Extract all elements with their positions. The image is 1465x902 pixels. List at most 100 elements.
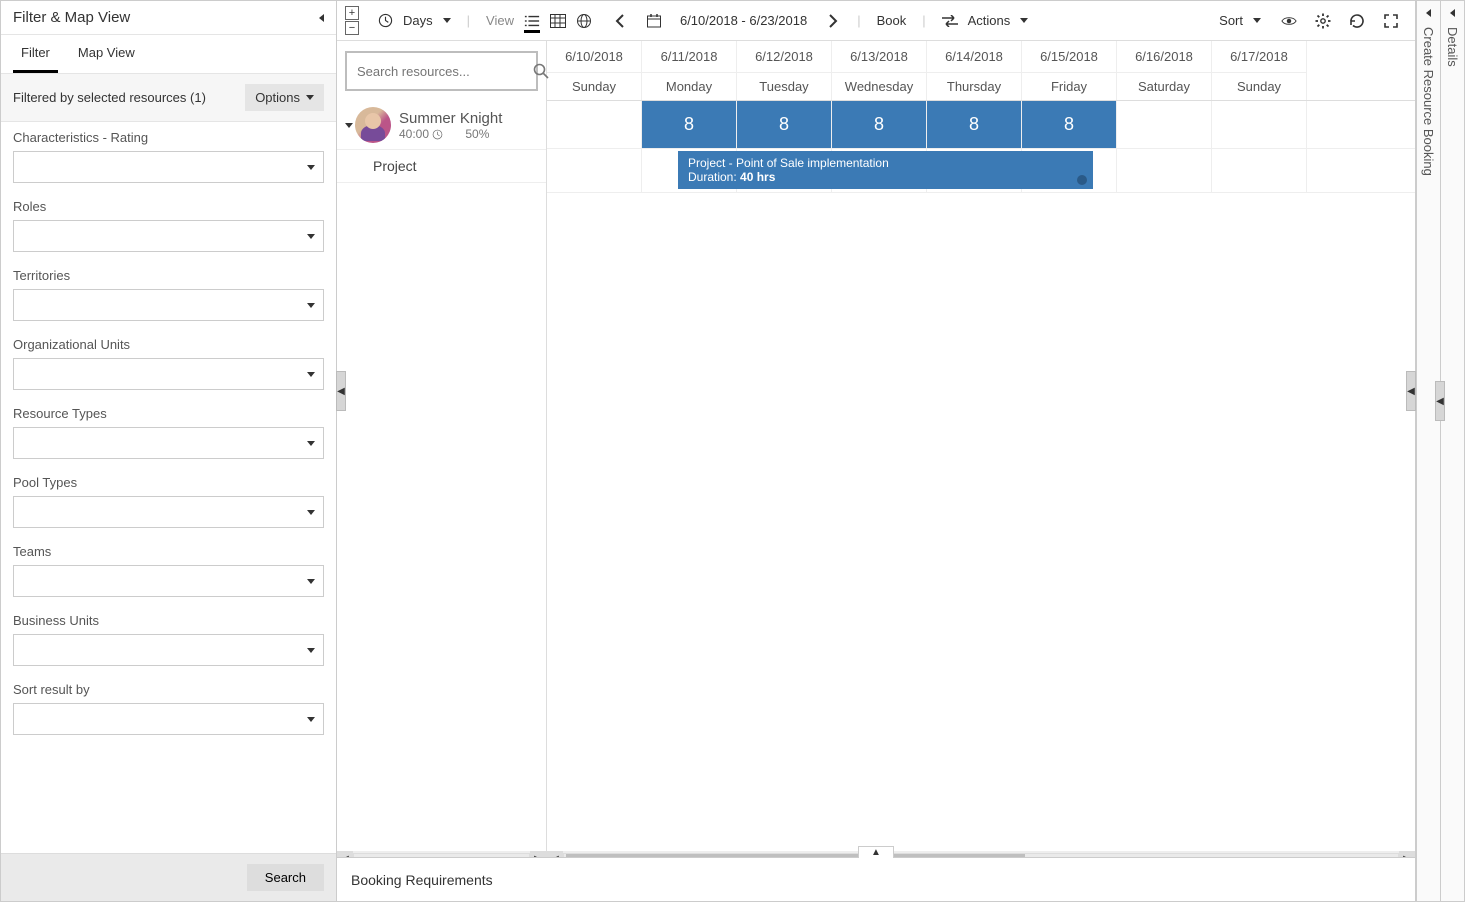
- day-name: Tuesday: [737, 73, 831, 100]
- calendar-icon[interactable]: [646, 13, 662, 29]
- resource-row[interactable]: Summer Knight 40:00 50%: [337, 101, 546, 150]
- filter-select-roles[interactable]: [13, 220, 324, 252]
- resource-info: Summer Knight 40:00 50%: [399, 110, 538, 141]
- capacity-cell[interactable]: 8: [927, 101, 1022, 148]
- globe-view-icon[interactable]: [576, 13, 592, 29]
- details-splitter[interactable]: ◀: [1435, 381, 1445, 421]
- days-dropdown[interactable]: Days: [403, 13, 451, 28]
- day-col: 6/16/2018Saturday: [1117, 41, 1212, 100]
- create-booking-label: Create Resource Booking: [1421, 27, 1436, 176]
- sort-group: Sort: [1211, 13, 1269, 28]
- project-cell[interactable]: [1212, 149, 1307, 192]
- actions-label: Actions: [968, 13, 1011, 28]
- board-body: Summer Knight 40:00 50% Project ◀ ▶: [337, 41, 1415, 867]
- filter-select-characteristics[interactable]: [13, 151, 324, 183]
- filter-pool-types: Pool Types: [13, 475, 324, 528]
- next-period-button[interactable]: [825, 13, 841, 29]
- left-splitter[interactable]: ◀: [336, 371, 346, 411]
- chevron-left-icon[interactable]: [1450, 9, 1455, 17]
- sort-label: Sort: [1219, 13, 1243, 28]
- chevron-down-icon: [306, 95, 314, 100]
- filter-select-business-units[interactable]: [13, 634, 324, 666]
- filter-select-resource-types[interactable]: [13, 427, 324, 459]
- resource-percent: 50%: [465, 127, 489, 141]
- capacity-cell[interactable]: 8: [642, 101, 737, 148]
- day-date: 6/12/2018: [737, 41, 831, 73]
- tab-map-view[interactable]: Map View: [70, 35, 143, 73]
- chevron-down-icon: [307, 579, 315, 584]
- capacity-cell[interactable]: 8: [832, 101, 927, 148]
- grid-view-icon[interactable]: [550, 13, 566, 29]
- project-cell[interactable]: [547, 149, 642, 192]
- day-col: 6/14/2018Thursday: [927, 41, 1022, 100]
- gear-icon[interactable]: [1315, 13, 1331, 29]
- filter-label: Teams: [13, 544, 324, 559]
- day-name: Friday: [1022, 73, 1116, 100]
- options-dropdown[interactable]: Options: [245, 84, 324, 111]
- day-date: 6/14/2018: [927, 41, 1021, 73]
- book-group: Book: [869, 13, 915, 28]
- filter-panel: Filter & Map View Filter Map View Filter…: [1, 1, 337, 901]
- capacity-cell[interactable]: [1117, 101, 1212, 148]
- details-rail[interactable]: Details ◀: [1440, 1, 1464, 901]
- expand-resource-icon[interactable]: [345, 123, 353, 128]
- filter-label: Resource Types: [13, 406, 324, 421]
- actions-dropdown[interactable]: Actions: [968, 13, 1029, 28]
- chevron-down-icon: [307, 441, 315, 446]
- create-booking-rail[interactable]: Create Resource Booking: [1416, 1, 1440, 901]
- chevron-down-icon: [443, 18, 451, 23]
- refresh-icon[interactable]: [1349, 13, 1365, 29]
- tab-filter[interactable]: Filter: [13, 35, 58, 73]
- filter-select-pool-types[interactable]: [13, 496, 324, 528]
- separator: |: [853, 13, 864, 28]
- chevron-left-icon[interactable]: [1426, 9, 1431, 17]
- capacity-block: 8: [737, 101, 831, 148]
- day-date: 6/10/2018: [547, 41, 641, 73]
- booking-requirements-label: Booking Requirements: [351, 872, 493, 888]
- day-col: 6/15/2018Friday: [1022, 41, 1117, 100]
- search-button[interactable]: Search: [247, 864, 324, 891]
- capacity-cell[interactable]: [547, 101, 642, 148]
- filter-sort-result: Sort result by: [13, 682, 324, 735]
- separator: |: [918, 13, 929, 28]
- chevron-down-icon: [307, 372, 315, 377]
- project-label[interactable]: Project: [337, 150, 546, 183]
- filter-select-territories[interactable]: [13, 289, 324, 321]
- filter-business-units: Business Units: [13, 613, 324, 666]
- day-name: Saturday: [1117, 73, 1211, 100]
- project-cell[interactable]: [1117, 149, 1212, 192]
- filter-label: Characteristics - Rating: [13, 130, 324, 145]
- fullscreen-icon[interactable]: [1383, 13, 1399, 29]
- booking-requirements-bar[interactable]: ▲ Booking Requirements: [337, 857, 1415, 901]
- collapse-all-button[interactable]: −: [345, 21, 359, 35]
- booking-requirements-toggle-icon[interactable]: ▲: [858, 846, 894, 858]
- list-view-icon[interactable]: [524, 17, 540, 33]
- book-button[interactable]: Book: [877, 13, 907, 28]
- filter-select-teams[interactable]: [13, 565, 324, 597]
- toolbar-right-icons: [1273, 13, 1407, 29]
- sort-dropdown[interactable]: Sort: [1219, 13, 1261, 28]
- capacity-cell[interactable]: 8: [737, 101, 832, 148]
- booking-title: Project - Point of Sale implementation: [688, 156, 1083, 170]
- date-header: 6/10/2018Sunday 6/11/2018Monday 6/12/201…: [547, 41, 1415, 101]
- filter-territories: Territories: [13, 268, 324, 321]
- booking-bar[interactable]: Project - Point of Sale implementation D…: [678, 151, 1093, 189]
- prev-period-button[interactable]: [612, 13, 628, 29]
- booking-duration-value: 40 hrs: [740, 170, 775, 184]
- day-date: 6/13/2018: [832, 41, 926, 73]
- day-col: 6/17/2018Sunday: [1212, 41, 1307, 100]
- day-date: 6/16/2018: [1117, 41, 1211, 73]
- booking-handle-icon[interactable]: [1077, 175, 1087, 185]
- expand-all-button[interactable]: +: [345, 6, 359, 20]
- collapse-left-panel-icon[interactable]: [319, 14, 324, 22]
- avatar: [355, 107, 391, 143]
- days-label: Days: [403, 13, 433, 28]
- filter-select-sort-result[interactable]: [13, 703, 324, 735]
- chevron-down-icon: [307, 717, 315, 722]
- eye-icon[interactable]: [1281, 13, 1297, 29]
- resource-search-input[interactable]: [357, 64, 533, 79]
- capacity-cell[interactable]: [1212, 101, 1307, 148]
- chevron-down-icon: [307, 165, 315, 170]
- filter-select-org-units[interactable]: [13, 358, 324, 390]
- capacity-cell[interactable]: 8: [1022, 101, 1117, 148]
